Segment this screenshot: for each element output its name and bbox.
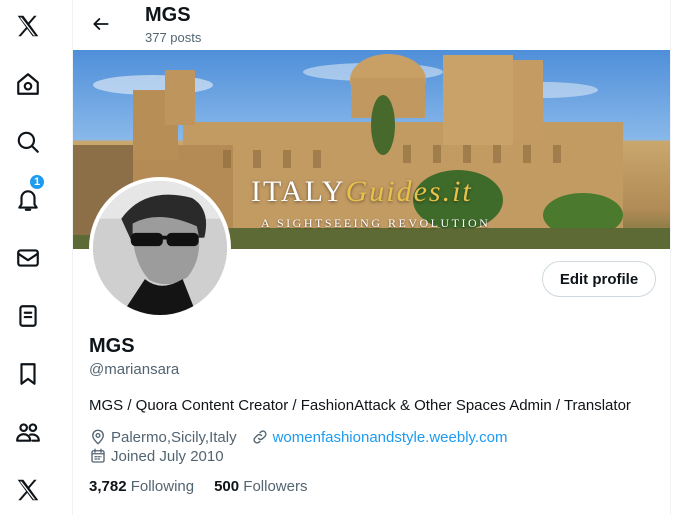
communities-icon[interactable] [8,412,48,452]
profile-header: MGS 377 posts [73,0,670,50]
followers-link[interactable]: 500 Followers [214,478,307,495]
profile-bio: MGS / Quora Content Creator / FashionAtt… [89,397,631,414]
followers-count: 500 [214,478,240,495]
avatar[interactable] [89,177,231,319]
profile-handle: @mariansara [89,361,180,378]
edit-profile-button[interactable]: Edit profile [542,261,656,297]
following-count: 3,782 [89,478,127,495]
banner-brand: ITALYGuides.it [251,175,473,208]
messages-icon[interactable] [8,238,48,278]
joined: Joined July 2010 [89,447,224,465]
side-nav: 1 [0,0,72,515]
joined-text: Joined July 2010 [111,447,224,465]
banner-tagline: A SIGHTSEEING REVOLUTION [261,216,491,230]
avatar-photo [93,181,227,315]
link-icon [253,430,267,444]
premium-x-icon[interactable] [8,470,48,510]
bookmarks-icon[interactable] [8,354,48,394]
calendar-icon [91,448,105,463]
website: womenfashionandstyle.weebly.com [251,428,508,446]
follow-stats: 3,782 Following 500 Followers [89,478,327,495]
notification-badge: 1 [29,174,45,190]
lists-icon[interactable] [8,296,48,336]
back-button[interactable] [87,10,115,38]
joined-row: Joined July 2010 [89,447,238,465]
search-icon[interactable] [8,122,48,162]
profile-column: MGS 377 posts ITALYGuides.it A SIGHTSEEI… [72,0,671,515]
x-logo-icon[interactable] [8,6,48,46]
location-pin-icon [92,429,104,445]
location-text: Palermo,Sicily,Italy [111,428,237,446]
header-post-count: 377 posts [145,30,202,45]
profile-meta-row: Palermo,Sicily,Italy womenfashionandstyl… [89,428,521,446]
location: Palermo,Sicily,Italy [89,428,237,446]
following-link[interactable]: 3,782 Following [89,478,194,495]
home-icon[interactable] [8,64,48,104]
following-label: Following [130,478,195,495]
header-name: MGS [145,4,191,26]
notifications-icon[interactable]: 1 [8,174,48,220]
profile-name: MGS [89,335,135,357]
followers-label: Followers [243,478,308,495]
website-link[interactable]: womenfashionandstyle.weebly.com [273,429,508,446]
arrow-left-icon [93,18,109,30]
